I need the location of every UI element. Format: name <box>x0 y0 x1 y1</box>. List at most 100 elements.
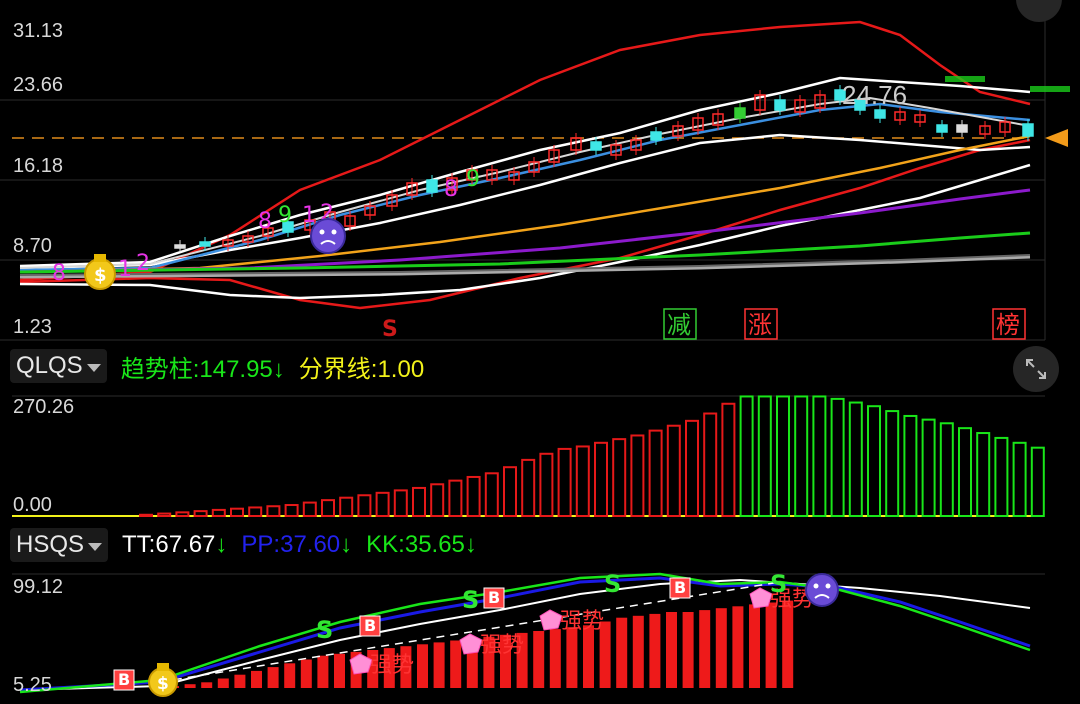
hsqs-bar <box>549 629 561 688</box>
trend-bar <box>976 432 991 517</box>
strong-label: 强势 <box>560 609 604 634</box>
qlqs-canvas[interactable] <box>0 392 1080 520</box>
qlqs-header: QLQS 趋势柱:147.95↓ 分界线:1.00 <box>10 345 424 387</box>
hsqs-indicator-select[interactable]: HSQS <box>10 528 109 562</box>
trend-bar <box>1012 441 1027 517</box>
trend-bar <box>430 483 445 517</box>
boundary-value: 1.00 <box>377 355 425 383</box>
hsqs-bar <box>666 612 677 688</box>
b-signal: B <box>118 670 130 689</box>
hsqs-bar <box>184 684 196 688</box>
trend-bar <box>612 438 627 517</box>
trend-bar <box>266 505 281 517</box>
trend-bar <box>939 422 954 518</box>
money-bag-icon: $ <box>84 254 116 290</box>
hsqs-bar <box>682 612 694 688</box>
candle <box>874 109 886 119</box>
hsqs-bar <box>533 631 545 688</box>
candle <box>1022 123 1034 137</box>
trend-bar <box>448 479 463 518</box>
hsqs-bar <box>782 600 794 688</box>
price-annotation: 24.76 <box>842 80 907 110</box>
hsqs-bar <box>732 606 744 688</box>
arrow-down-icon: ↓ <box>464 531 477 558</box>
pp-label: PP: <box>241 531 281 558</box>
trend-bar <box>794 395 809 517</box>
hsqs-bar <box>433 642 445 688</box>
s-signal: S <box>604 570 621 598</box>
expand-button[interactable] <box>1013 346 1059 392</box>
sequence-number: 2 <box>136 251 150 276</box>
sad-face-icon <box>805 573 839 607</box>
hsqs-bar <box>300 659 312 688</box>
y-label-1: 31.13 <box>13 20 64 42</box>
marker-label: 榜 <box>996 311 1020 339</box>
trend-bar <box>321 499 335 517</box>
hsqs-bar <box>715 608 727 688</box>
upper-band-line <box>19 20 1031 282</box>
trend-bar <box>284 504 299 517</box>
b-signal: B <box>674 578 686 597</box>
hsqs-bar <box>649 613 661 688</box>
trend-bar <box>648 429 663 517</box>
sequence-number: 1 <box>118 257 132 282</box>
trend-bar <box>521 458 536 517</box>
trend-bar <box>539 452 554 517</box>
trend-bar <box>466 475 481 517</box>
boundary-line-stat: 分界线:1.00 <box>299 349 424 384</box>
trend-bar <box>193 510 208 518</box>
y-label-3: 16.18 <box>13 155 64 177</box>
hsqs-y-top: 99.12 <box>13 576 64 598</box>
qlqs-panel[interactable]: 270.26 0.00 <box>0 392 1080 520</box>
hsqs-bar <box>417 644 428 688</box>
gem-icon <box>749 587 773 609</box>
trend-bar <box>139 513 153 517</box>
candle <box>174 244 186 249</box>
y-label-4: 8.70 <box>13 235 52 257</box>
candle <box>734 107 746 119</box>
hsqs-bar <box>234 674 246 688</box>
candle <box>426 179 438 193</box>
kk-label: KK: <box>366 531 405 558</box>
candle <box>936 124 948 133</box>
trend-bar <box>703 412 718 518</box>
hsqs-bar <box>765 602 777 688</box>
qlqs-indicator-select[interactable]: QLQS <box>10 349 107 383</box>
arrow-down-icon: ↓ <box>215 531 228 558</box>
trend-value: 147.95 <box>199 355 273 383</box>
sequence-number: 8 <box>52 261 66 286</box>
trend-bar <box>175 511 190 517</box>
arrow-down-icon: ↓ <box>340 531 353 558</box>
trend-bar <box>211 508 226 518</box>
sequence-number: 8 <box>258 209 272 234</box>
trend-column-stat: 趋势柱:147.95↓ <box>121 349 285 384</box>
hsqs-bar <box>251 670 262 688</box>
main-chart-panel[interactable]: 8 1 2 8 9 1 2 8 9 24.76 S 减涨榜 $ 31.13 23.66 16.18 8.… <box>0 0 1080 342</box>
trend-bar <box>1030 446 1045 517</box>
trend-bar <box>484 472 499 518</box>
trend-bar <box>739 395 754 517</box>
qlqs-y-bottom: 0.00 <box>13 494 52 516</box>
b-signal: B <box>488 588 500 607</box>
trend-bar <box>830 397 845 518</box>
chevron-down-icon <box>88 542 103 551</box>
hsqs-panel[interactable]: 强势 强势 强势 强势 S S S S B B B B $ 99.12 5.25 <box>0 570 1080 704</box>
strong-label: 强势 <box>370 653 414 678</box>
marker-label: 涨 <box>748 311 772 339</box>
s-signal: S <box>770 570 787 598</box>
signal-s-marker: S <box>382 317 398 342</box>
hsqs-bar <box>267 667 279 688</box>
hsqs-canvas[interactable]: 强势强势强势强势SSS SBBBB$ <box>0 570 1080 704</box>
green-tick-cluster <box>1030 86 1070 92</box>
marker-label: 减 <box>667 311 691 339</box>
candle <box>774 99 786 111</box>
gem-icon <box>459 633 483 655</box>
main-chart-canvas[interactable]: 8 1 28 9 1 28 924.76S 减涨榜$ <box>0 0 1080 342</box>
green-ma-line <box>19 231 1031 274</box>
trend-bar <box>921 418 936 517</box>
trend-bar <box>157 512 172 517</box>
s-signal: S <box>462 586 479 614</box>
svg-text:$: $ <box>94 265 107 286</box>
trend-bar <box>721 402 736 517</box>
chevron-down-icon <box>86 363 101 372</box>
